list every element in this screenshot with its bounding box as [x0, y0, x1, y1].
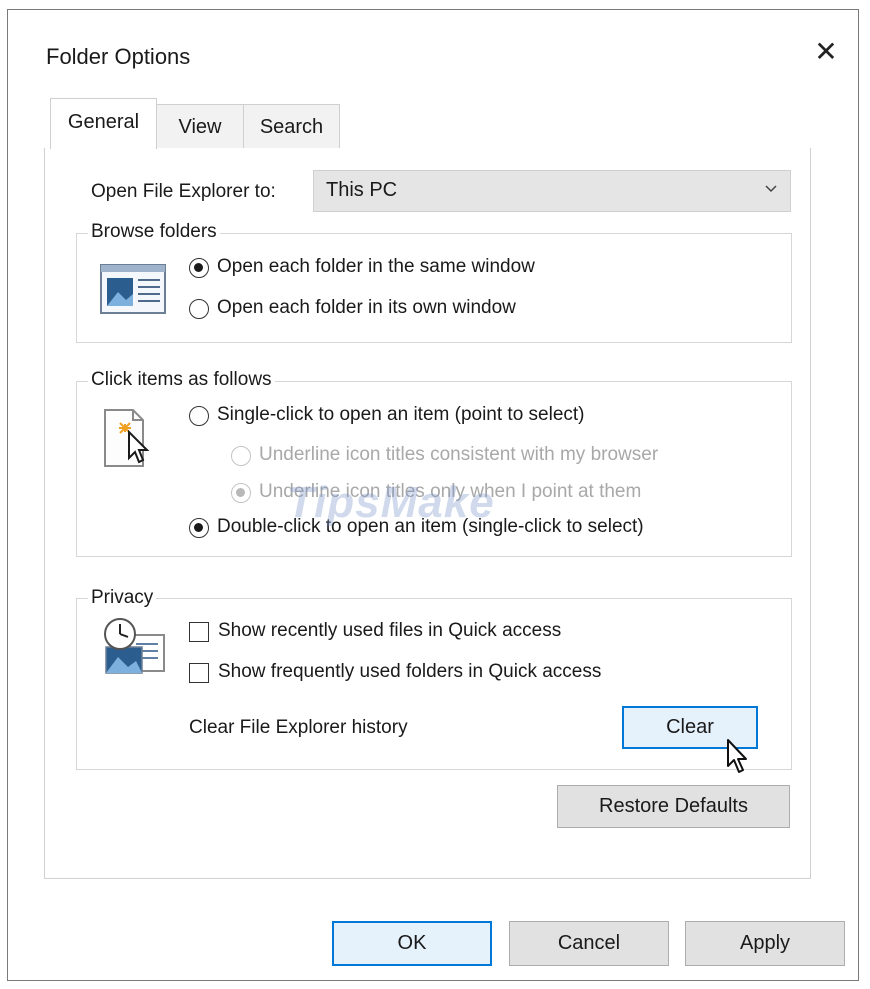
radio-double-click[interactable]	[189, 518, 209, 538]
tab-general[interactable]: General	[50, 98, 157, 149]
tab-view[interactable]: View	[156, 104, 244, 148]
radio-own-window[interactable]	[189, 299, 209, 319]
mouse-cursor-icon	[727, 739, 747, 773]
radio-single-click[interactable]	[189, 406, 209, 426]
label-recent-files: Show recently used files in Quick access	[218, 620, 562, 641]
browse-folders-group	[76, 233, 792, 343]
label-single-click: Single-click to open an item (point to s…	[217, 404, 585, 425]
clock-files-icon	[104, 618, 165, 674]
ok-button[interactable]: OK	[332, 921, 492, 966]
checkbox-frequent-folders[interactable]	[189, 663, 209, 683]
chevron-down-icon	[765, 185, 777, 193]
label-double-click: Double-click to open an item (single-cli…	[217, 516, 644, 537]
click-items-title: Click items as follows	[88, 369, 275, 391]
label-own-window: Open each folder in its own window	[217, 297, 516, 318]
radio-underline-browser[interactable]	[231, 446, 251, 466]
open-explorer-value: This PC	[326, 179, 398, 201]
clear-history-label: Clear File Explorer history	[189, 717, 408, 738]
radio-same-window[interactable]	[189, 258, 209, 278]
close-icon[interactable]: ✕	[812, 38, 840, 66]
privacy-title: Privacy	[88, 587, 157, 609]
restore-defaults-button[interactable]: Restore Defaults	[557, 785, 790, 828]
label-frequent-folders: Show frequently used folders in Quick ac…	[218, 661, 602, 682]
label-underline-browser: Underline icon titles consistent with my…	[259, 444, 659, 465]
dialog-title: Folder Options	[46, 44, 191, 69]
open-explorer-label: Open File Explorer to:	[91, 181, 276, 202]
window-icon	[100, 264, 166, 314]
radio-underline-point[interactable]	[231, 483, 251, 503]
pointer-click-icon	[104, 409, 150, 467]
apply-button[interactable]: Apply	[685, 921, 845, 966]
browse-folders-title: Browse folders	[88, 221, 220, 243]
open-explorer-dropdown[interactable]: This PC	[313, 170, 791, 212]
label-underline-point: Underline icon titles only when I point …	[259, 481, 642, 502]
tab-search[interactable]: Search	[243, 104, 340, 148]
cancel-button[interactable]: Cancel	[509, 921, 669, 966]
checkbox-recent-files[interactable]	[189, 622, 209, 642]
label-same-window: Open each folder in the same window	[217, 256, 535, 277]
